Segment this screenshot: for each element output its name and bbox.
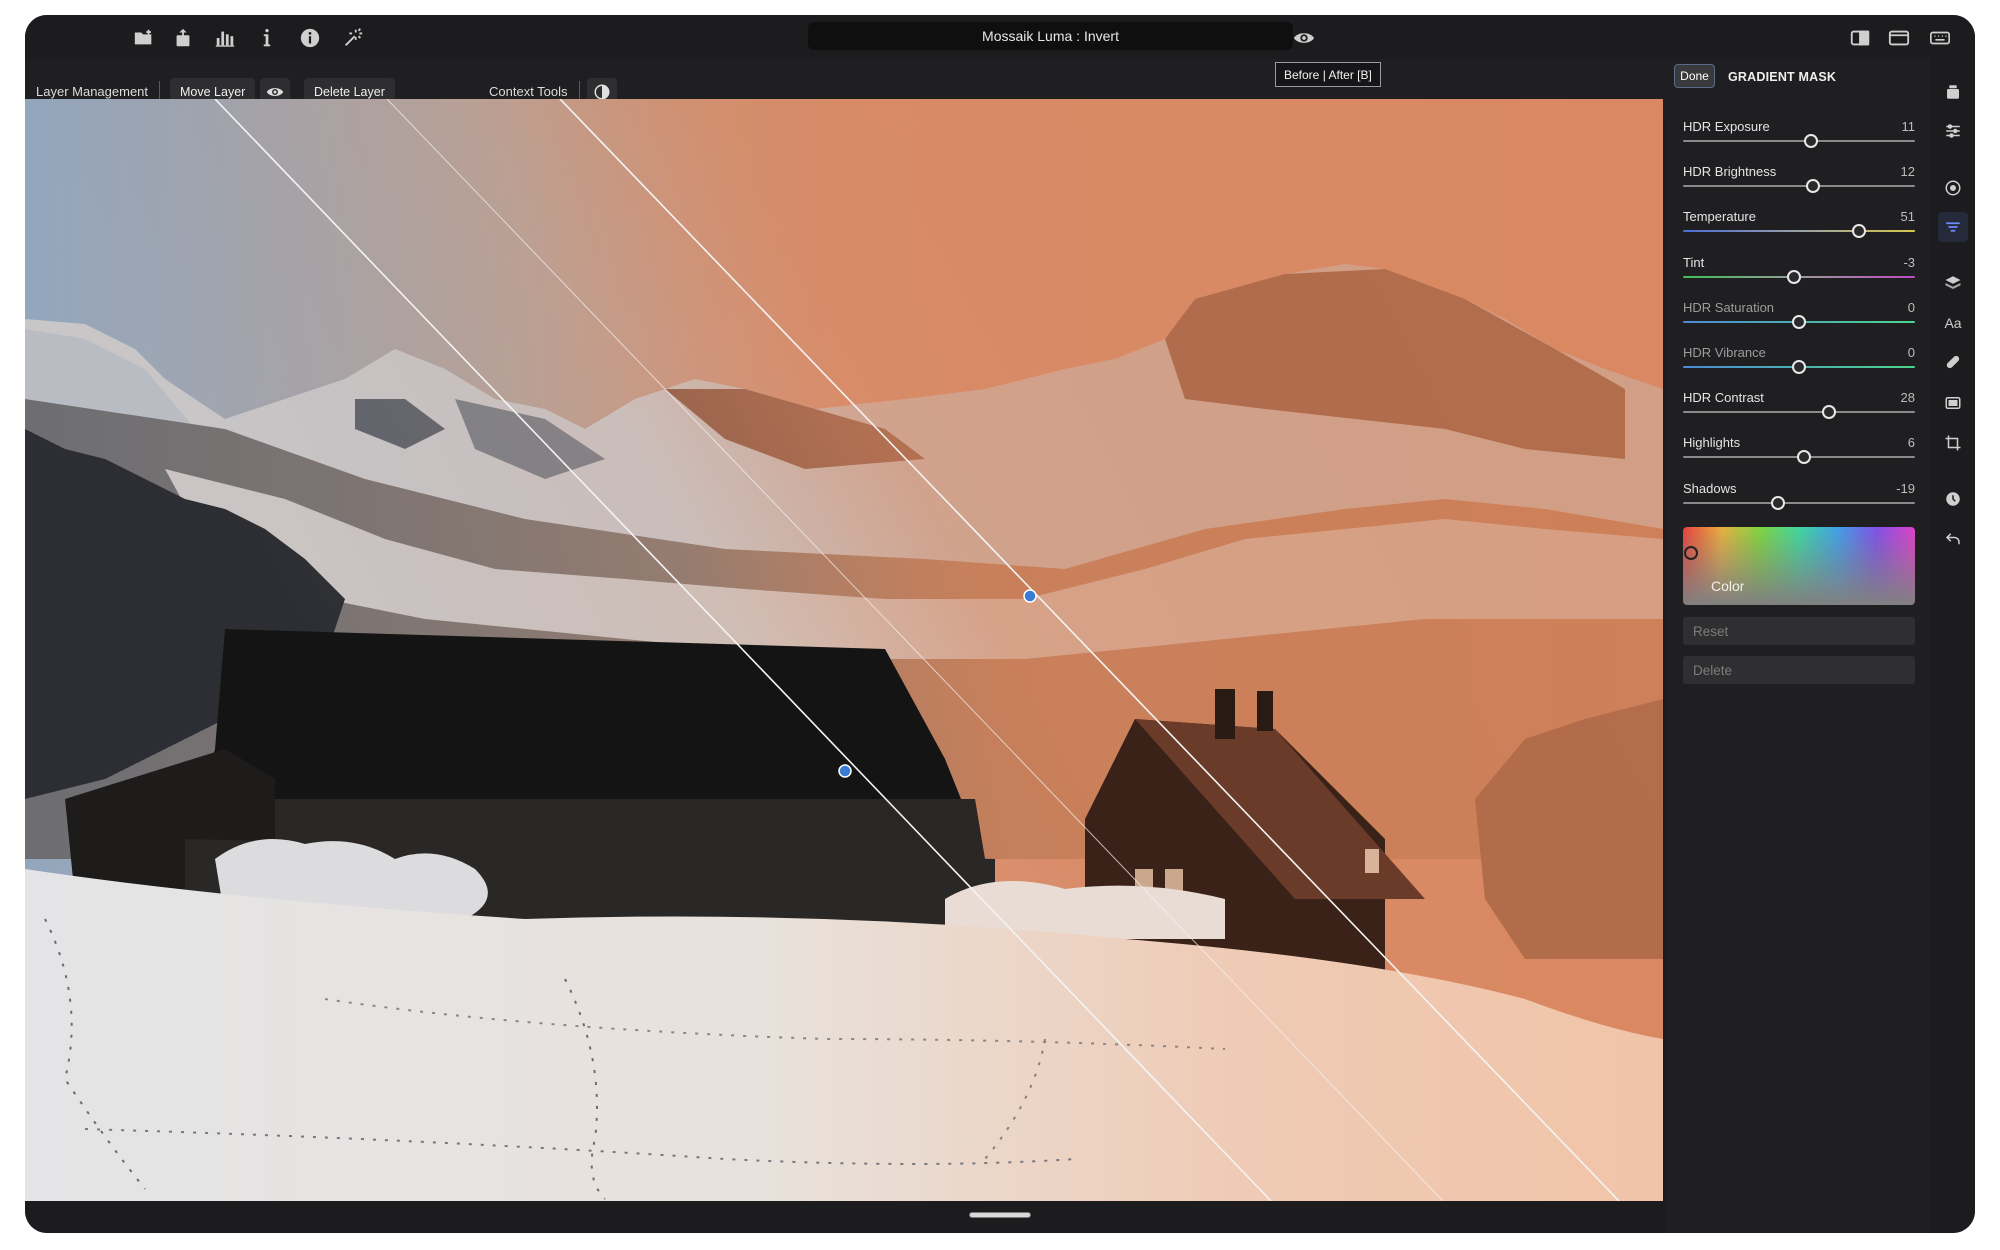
slider-thumb[interactable] <box>1796 450 1811 465</box>
gradient-mask-handle[interactable] <box>838 764 852 778</box>
slider-label: HDR Exposure <box>1683 119 1770 134</box>
slider-track[interactable] <box>1683 230 1915 233</box>
slider-thumb[interactable] <box>1792 314 1806 329</box>
divider <box>579 81 580 99</box>
slider-row: Shadows -19 <box>1683 481 1915 521</box>
share-icon[interactable] <box>168 23 198 53</box>
panel-title: GRADIENT MASK <box>1728 70 1837 84</box>
slider-row: HDR Brightness 12 <box>1683 164 1915 204</box>
home-indicator[interactable] <box>969 1212 1031 1218</box>
slider-value: 51 <box>1900 209 1915 225</box>
color-picker[interactable]: Color <box>1683 527 1915 605</box>
info-letter-icon[interactable] <box>252 23 282 53</box>
slider-value: 6 <box>1907 435 1915 451</box>
gradient-mask-panel: Done GRADIENT MASK HDR Exposure 11 HDR Bri… <box>1665 59 1930 1233</box>
open-folder-icon[interactable] <box>129 23 159 53</box>
slider-value: 0 <box>1907 345 1915 360</box>
histogram-icon[interactable] <box>210 23 240 53</box>
divider <box>159 81 160 99</box>
layer-management-label: Layer Management <box>36 84 149 99</box>
text-icon[interactable]: Aa <box>1938 308 1968 338</box>
slider-label: HDR Brightness <box>1683 164 1777 180</box>
reset-button[interactable]: Reset <box>1683 617 1915 645</box>
app-window: Mossaik Luma : Invert Layer Management M… <box>25 15 1975 1233</box>
slider-row: HDR Exposure 11 <box>1683 119 1915 159</box>
slider-row: HDR Vibrance 0 <box>1683 345 1915 385</box>
done-button[interactable]: Done <box>1674 64 1715 88</box>
slider-track[interactable] <box>1683 501 1915 504</box>
slider-row: Tint -3 <box>1683 255 1915 295</box>
slider-label: HDR Vibrance <box>1683 345 1766 360</box>
slider-row: Highlights 6 <box>1683 435 1915 475</box>
slider-track[interactable] <box>1683 185 1915 188</box>
slider-thumb[interactable] <box>1787 269 1802 284</box>
slider-thumb[interactable] <box>1792 360 1806 374</box>
slider-value: 0 <box>1907 299 1915 315</box>
slider-track[interactable] <box>1683 411 1915 414</box>
tool-strip: Aa <box>1930 59 1975 1233</box>
slider-label: Temperature <box>1683 209 1756 225</box>
slider-thumb[interactable] <box>1803 134 1818 148</box>
magic-wand-icon[interactable] <box>338 23 368 53</box>
context-tools-label: Context Tools <box>489 84 568 99</box>
slider-value: 12 <box>1900 164 1915 180</box>
slider-value: -19 <box>1896 480 1915 496</box>
slider-row: HDR Saturation 0 <box>1683 300 1915 340</box>
color-label: Color <box>1711 578 1745 594</box>
eye-icon[interactable] <box>1289 23 1319 53</box>
bandage-icon[interactable] <box>1938 347 1968 377</box>
align-lines-icon[interactable] <box>1938 212 1968 242</box>
photo-image <box>25 99 1663 1201</box>
slider-row: HDR Contrast 28 <box>1683 390 1915 430</box>
slider-label: Highlights <box>1683 435 1741 451</box>
slider-value: 11 <box>1901 119 1916 134</box>
frame-icon[interactable] <box>1938 388 1968 418</box>
top-bar: Mossaik Luma : Invert <box>25 15 1975 59</box>
photo-canvas[interactable] <box>25 99 1663 1201</box>
slider-thumb[interactable] <box>1852 224 1867 239</box>
layers-icon[interactable] <box>1938 268 1968 298</box>
slider-label: Tint <box>1683 254 1705 270</box>
color-picker-handle[interactable] <box>1684 546 1698 560</box>
slider-value: 28 <box>1900 390 1915 406</box>
keyboard-icon[interactable] <box>1925 23 1955 53</box>
sliders-icon[interactable] <box>1938 116 1968 146</box>
split-view-icon[interactable] <box>1845 23 1875 53</box>
before-after-tooltip: Before | After [B] <box>1275 62 1381 87</box>
single-view-icon[interactable] <box>1884 23 1914 53</box>
slider-thumb[interactable] <box>1771 495 1786 510</box>
crop-icon[interactable] <box>1938 428 1968 458</box>
document-title: Mossaik Luma : Invert <box>808 22 1293 50</box>
delete-button[interactable]: Delete <box>1683 656 1915 684</box>
slider-label: HDR Saturation <box>1683 299 1775 315</box>
slider-label: HDR Contrast <box>1683 390 1764 406</box>
layers-stack-icon[interactable] <box>1938 77 1968 107</box>
slider-thumb[interactable] <box>1822 405 1837 420</box>
undo-icon[interactable] <box>1938 524 1968 554</box>
bottom-strip <box>25 1201 1665 1233</box>
slider-label: Shadows <box>1683 480 1737 496</box>
slider-value: -3 <box>1903 254 1915 270</box>
slider-track[interactable] <box>1683 140 1915 142</box>
slider-row: Temperature 51 <box>1683 209 1915 249</box>
info-circle-icon[interactable] <box>295 23 325 53</box>
slider-thumb[interactable] <box>1805 179 1820 194</box>
target-icon[interactable] <box>1938 173 1968 203</box>
history-icon[interactable] <box>1938 484 1968 514</box>
gradient-mask-handle[interactable] <box>1023 589 1037 603</box>
